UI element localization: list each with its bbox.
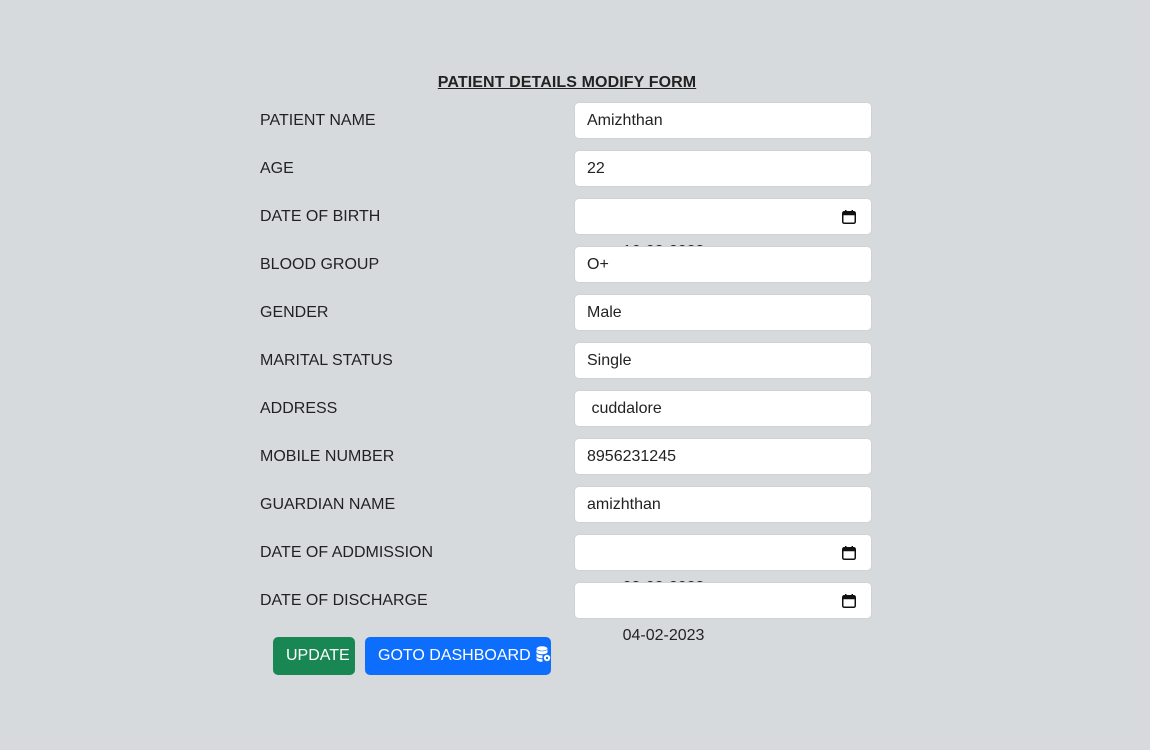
guardian-name-row: GUARDIAN NAME amizhthan: [260, 486, 874, 534]
page: PATIENT DETAILS MODIFY FORM PATIENT NAME…: [0, 0, 1150, 750]
calendar-icon[interactable]: [842, 594, 856, 608]
update-button[interactable]: UPDATE: [273, 637, 355, 675]
mobile-number-input[interactable]: 8956231245: [574, 438, 872, 475]
marital-status-row: MARITAL STATUS Single: [260, 342, 874, 390]
gender-row: GENDER Male: [260, 294, 874, 342]
database-gear-icon: [536, 646, 550, 663]
form-title: PATIENT DETAILS MODIFY FORM: [437, 74, 697, 91]
address-label: ADDRESS: [260, 400, 338, 417]
marital-status-input[interactable]: Single: [574, 342, 872, 379]
date-of-admission-row: DATE OF ADDMISSION 03-02-2023: [260, 534, 874, 596]
patient-name-label: PATIENT NAME: [260, 112, 376, 129]
date-of-birth-label: DATE OF BIRTH: [260, 208, 381, 225]
patient-form: PATIENT NAME Amizhthan AGE 22 DATE OF BI…: [260, 102, 874, 644]
gender-input[interactable]: Male: [574, 294, 872, 331]
date-of-discharge-label: DATE OF DISCHARGE: [260, 592, 428, 609]
calendar-icon[interactable]: [842, 210, 856, 224]
date-of-discharge-row: DATE OF DISCHARGE 04-02-2023: [260, 582, 874, 644]
date-of-birth-row: DATE OF BIRTH 16-02-2023: [260, 198, 874, 260]
blood-group-row: BLOOD GROUP O+: [260, 246, 874, 294]
date-of-admission-label: DATE OF ADDMISSION: [260, 544, 434, 561]
address-input[interactable]: cuddalore: [574, 390, 872, 427]
mobile-number-row: MOBILE NUMBER 8956231245: [260, 438, 874, 486]
mobile-number-label: MOBILE NUMBER: [260, 448, 395, 465]
goto-dashboard-label: GOTO DASHBOARD: [378, 647, 531, 664]
gender-label: GENDER: [260, 304, 329, 321]
blood-group-label: BLOOD GROUP: [260, 256, 380, 273]
age-label: AGE: [260, 160, 294, 177]
date-of-discharge-input[interactable]: 04-02-2023: [574, 582, 872, 644]
address-row: ADDRESS cuddalore: [260, 390, 874, 438]
guardian-name-label: GUARDIAN NAME: [260, 496, 396, 513]
date-of-discharge-value: 04-02-2023: [622, 627, 705, 644]
calendar-icon[interactable]: [842, 546, 856, 560]
patient-name-row: PATIENT NAME Amizhthan: [260, 102, 874, 150]
date-of-birth-input[interactable]: 16-02-2023: [574, 198, 872, 260]
marital-status-label: MARITAL STATUS: [260, 352, 393, 369]
patient-name-input[interactable]: Amizhthan: [574, 102, 872, 139]
guardian-name-input[interactable]: amizhthan: [574, 486, 872, 523]
blood-group-input[interactable]: O+: [574, 246, 872, 283]
age-input[interactable]: 22: [574, 150, 872, 187]
goto-dashboard-button[interactable]: GOTO DASHBOARD: [365, 637, 551, 675]
age-row: AGE 22: [260, 150, 874, 198]
date-of-admission-input[interactable]: 03-02-2023: [574, 534, 872, 596]
